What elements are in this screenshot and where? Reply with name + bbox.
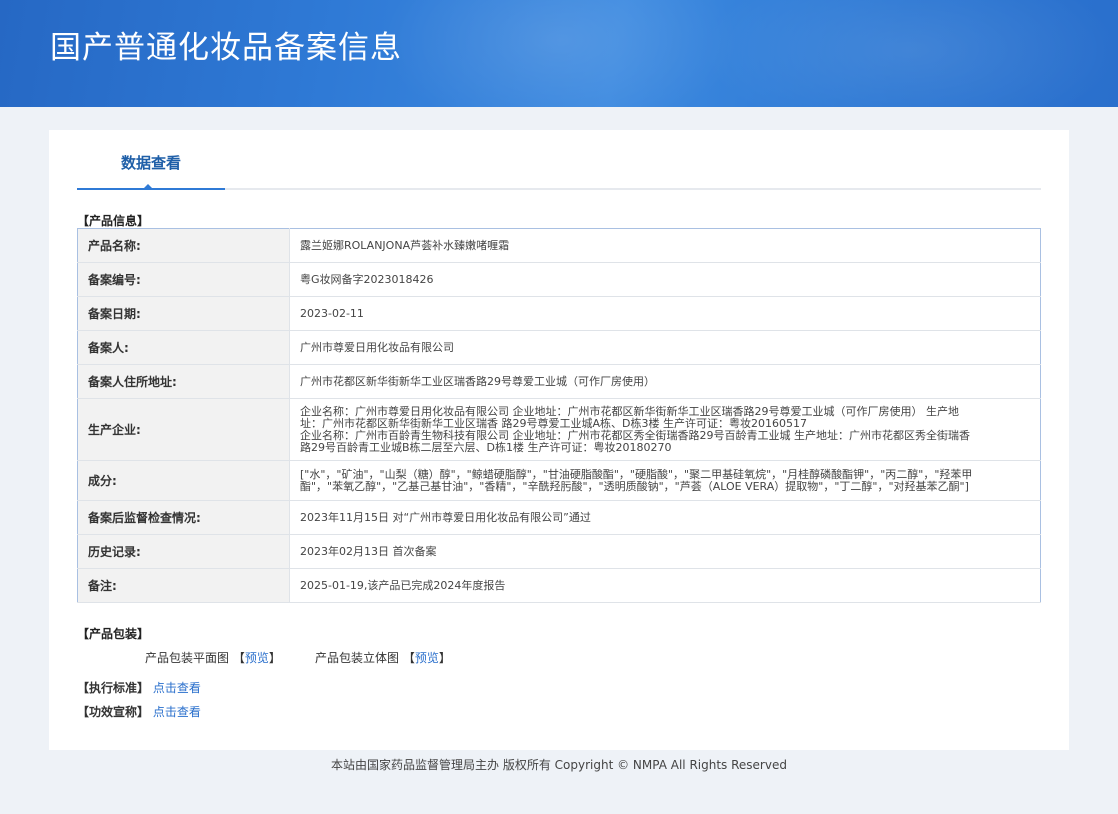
value-line: 企业名称：广州市尊爱日用化妆品有限公司 企业地址：广州市花都区新华街新华工业区瑞… (300, 404, 959, 418)
bracket: 【 (232, 651, 245, 665)
preview-solid-link[interactable]: 预览 (415, 651, 439, 665)
row-label: 成分: (77, 460, 290, 501)
value-line: ["水"，"矿油"，"山梨（糖）醇"，"鲸蜡硬脂醇"，"甘油硬脂酸酯"，"硬脂酸… (300, 467, 973, 481)
section-title-efficacy: 【功效宣称】 (77, 705, 150, 719)
footer-copyright: 本站由国家药品监督管理局主办 版权所有 Copyright © NMPA All… (331, 758, 787, 772)
row-value: 2023年11月15日 对“广州市尊爱日用化妆品有限公司”通过 (289, 500, 1041, 535)
standard-view-link[interactable]: 点击查看 (153, 681, 201, 695)
bracket: 【 (402, 651, 415, 665)
row-label: 备案后监督检查情况: (77, 500, 290, 535)
content-card: 数据查看 【产品信息】 产品名称: 露兰姬娜ROLANJONA芦荟补水臻嫩啫喱霜… (49, 130, 1069, 750)
row-value: 2023年02月13日 首次备案 (289, 534, 1041, 569)
section-title-packaging: 【产品包装】 (77, 627, 150, 641)
efficacy-row: 【功效宣称】 点击查看 (77, 703, 201, 720)
row-value: 2025-01-19,该产品已完成2024年度报告 (289, 568, 1041, 603)
row-value: 广州市尊爱日用化妆品有限公司 (289, 330, 1041, 365)
table-row: 产品名称: 露兰姬娜ROLANJONA芦荟补水臻嫩啫喱霜 (77, 228, 1041, 263)
row-label: 产品名称: (77, 228, 290, 263)
packaging-solid-label: 产品包装立体图 (315, 651, 400, 665)
row-value: 企业名称：广州市尊爱日用化妆品有限公司 企业地址：广州市花都区新华街新华工业区瑞… (289, 398, 1041, 461)
row-value: 2023-02-11 (289, 296, 1041, 331)
banner-decoration (700, 0, 1118, 107)
tab-bar: 数据查看 (77, 130, 1041, 190)
row-label: 生产企业: (77, 398, 290, 461)
value-line: 酯"，"苯氧乙醇"，"乙基己基甘油"，"香精"，"辛酰羟肟酸"，"透明质酸钠"，… (300, 479, 969, 493)
banner-decoration (380, 0, 740, 107)
section-title-standard: 【执行标准】 (77, 681, 150, 695)
row-label: 历史记录: (77, 534, 290, 569)
efficacy-view-link[interactable]: 点击查看 (153, 705, 201, 719)
table-row: 历史记录: 2023年02月13日 首次备案 (77, 534, 1041, 569)
table-row: 备案编号: 粤G妆网备字2023018426 (77, 262, 1041, 297)
value-line: 企业名称：广州市百龄青生物科技有限公司 企业地址：广州市花都区秀全街瑞香路29号… (300, 428, 970, 442)
section-title-product-info: 【产品信息】 (77, 214, 150, 228)
packaging-flat-label: 产品包装平面图 (145, 651, 230, 665)
bracket: 】 (438, 651, 451, 665)
header-banner: 国产普通化妆品备案信息 (0, 0, 1118, 107)
packaging-flat: 产品包装平面图 【预览】 (145, 649, 281, 666)
table-row: 备案人: 广州市尊爱日用化妆品有限公司 (77, 330, 1041, 365)
table-row: 备案人住所地址: 广州市花都区新华街新华工业区瑞香路29号尊爱工业城（可作厂房使… (77, 364, 1041, 399)
row-value: 粤G妆网备字2023018426 (289, 262, 1041, 297)
table-row: 成分: ["水"，"矿油"，"山梨（糖）醇"，"鲸蜡硬脂醇"，"甘油硬脂酸酯"，… (77, 460, 1041, 501)
row-label: 备案日期: (77, 296, 290, 331)
table-row: 备注: 2025-01-19,该产品已完成2024年度报告 (77, 568, 1041, 603)
tab-label: 数据查看 (120, 154, 181, 172)
page-title: 国产普通化妆品备案信息 (50, 30, 402, 66)
row-value: 广州市花都区新华街新华工业区瑞香路29号尊爱工业城（可作厂房使用） (289, 364, 1041, 399)
product-info-table: 产品名称: 露兰姬娜ROLANJONA芦荟补水臻嫩啫喱霜 备案编号: 粤G妆网备… (77, 228, 1041, 603)
bracket: 】 (268, 651, 281, 665)
row-label: 备案人住所地址: (77, 364, 290, 399)
packaging-solid: 产品包装立体图 【预览】 (315, 649, 451, 666)
row-label: 备案编号: (77, 262, 290, 297)
tab-data-view[interactable]: 数据查看 (77, 130, 225, 190)
preview-flat-link[interactable]: 预览 (245, 651, 269, 665)
value-line: 址：广州市花都区新华街新华工业区瑞香 路29号尊爱工业城A栋、D栋3楼 生产许可… (300, 416, 807, 430)
row-value: ["水"，"矿油"，"山梨（糖）醇"，"鲸蜡硬脂醇"，"甘油硬脂酸酯"，"硬脂酸… (289, 460, 1041, 501)
table-row: 生产企业: 企业名称：广州市尊爱日用化妆品有限公司 企业地址：广州市花都区新华街… (77, 398, 1041, 461)
row-label: 备案人: (77, 330, 290, 365)
row-label: 备注: (77, 568, 290, 603)
table-row: 备案日期: 2023-02-11 (77, 296, 1041, 331)
table-row: 备案后监督检查情况: 2023年11月15日 对“广州市尊爱日用化妆品有限公司”… (77, 500, 1041, 535)
value-line: 路29号百龄青工业城B栋二层至六层、D栋1楼 生产许可证：粤妆20180270 (300, 440, 672, 454)
standard-row: 【执行标准】 点击查看 (77, 679, 201, 696)
tab-active-caret-icon (143, 184, 153, 189)
row-value: 露兰姬娜ROLANJONA芦荟补水臻嫩啫喱霜 (289, 228, 1041, 263)
